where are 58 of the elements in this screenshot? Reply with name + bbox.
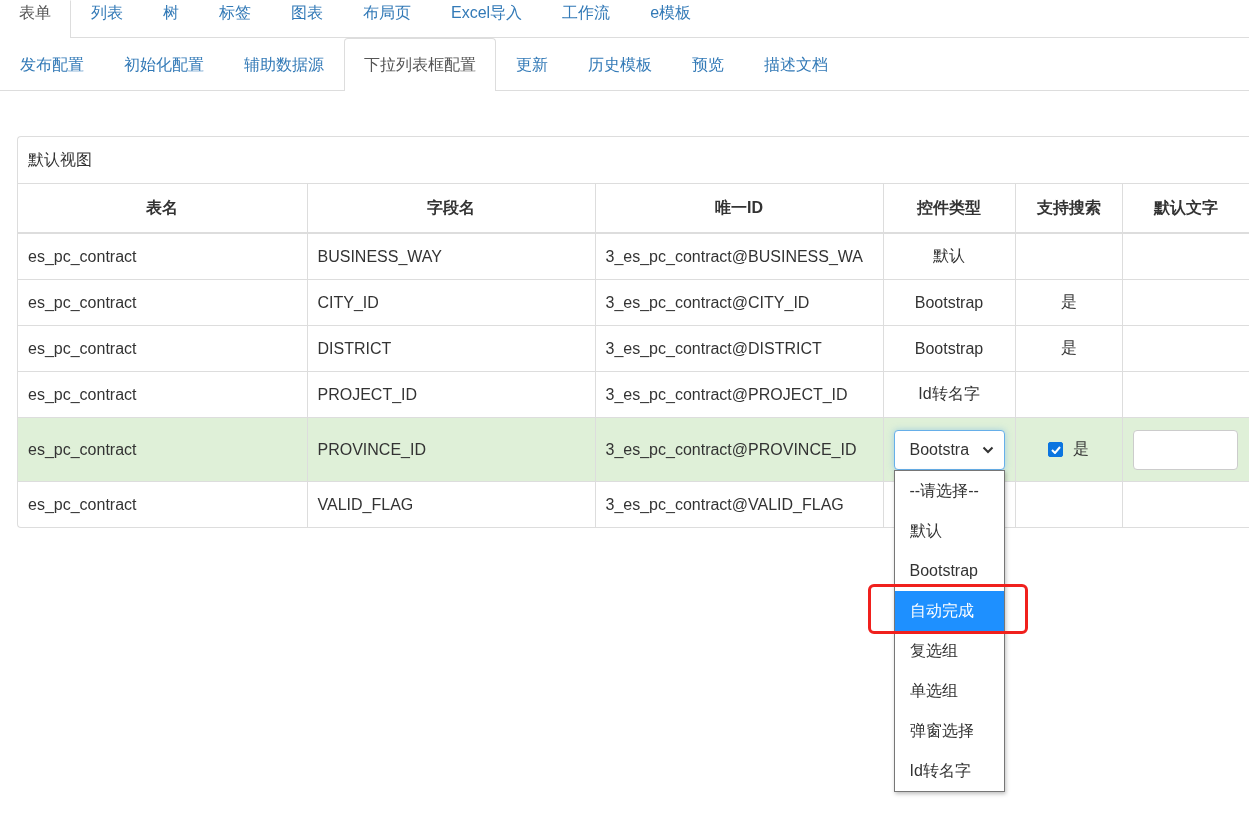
- column-header: 字段名: [307, 184, 595, 233]
- nav-tab[interactable]: 初始化配置: [104, 38, 224, 91]
- table-cell: es_pc_contract: [18, 279, 307, 326]
- nav-tab[interactable]: 历史模板: [568, 38, 672, 91]
- table-cell: 3_es_pc_contract@DISTRICT: [595, 325, 883, 372]
- checkbox-label: 是: [1073, 439, 1089, 459]
- panel-title: 默认视图: [28, 149, 92, 170]
- nav-tab[interactable]: 布局页: [343, 0, 431, 38]
- table-cell: 默认: [883, 233, 1015, 280]
- nav-tab[interactable]: 发布配置: [0, 38, 104, 91]
- chevron-icon: [981, 445, 994, 454]
- nav-tab[interactable]: 预览: [672, 38, 744, 91]
- nav-tab[interactable]: e模板: [630, 0, 712, 38]
- table-cell: Bootstrap: [883, 325, 1015, 372]
- dropdown-option[interactable]: Id转名字: [894, 750, 1004, 791]
- table-cell: es_pc_contract: [18, 417, 307, 482]
- table-cell: es_pc_contract: [18, 233, 307, 280]
- nav-tab[interactable]: 辅助数据源: [224, 38, 344, 91]
- table-cell: PROJECT_ID: [307, 371, 595, 418]
- nav-tab[interactable]: 描述文档: [744, 38, 848, 91]
- select-field[interactable]: Bootstra: [893, 429, 1005, 470]
- dropdown-option[interactable]: 默认: [894, 510, 1004, 551]
- column-header: 控件类型: [883, 184, 1015, 233]
- table-cell: DISTRICT: [307, 325, 595, 372]
- dropdown-option[interactable]: 自动完成: [894, 590, 1004, 631]
- table-cell: CITY_ID: [307, 279, 595, 326]
- dropdown-option[interactable]: 单选组: [894, 670, 1004, 711]
- nav-tab[interactable]: 下拉列表框配置: [344, 38, 496, 91]
- table-cell: es_pc_contract: [18, 325, 307, 372]
- table-cell: 3_es_pc_contract@CITY_ID: [595, 279, 883, 326]
- dropdown-option[interactable]: 弹窗选择: [894, 710, 1004, 751]
- column-header: 表名: [18, 184, 307, 233]
- nav-tab[interactable]: 标签: [199, 0, 271, 38]
- nav-tab[interactable]: 更新: [496, 38, 568, 91]
- table-cell: 是: [1015, 325, 1122, 372]
- dropdown-option[interactable]: 复选组: [894, 630, 1004, 671]
- table-cell: 3_es_pc_contract@BUSINESS_WA: [595, 233, 883, 280]
- table-cell: BUSINESS_WAY: [307, 233, 595, 280]
- dropdown-option[interactable]: --请选择--: [894, 470, 1004, 511]
- column-header: 唯一ID: [595, 184, 883, 233]
- checkbox[interactable]: [1048, 442, 1063, 457]
- nav-tab[interactable]: 树: [143, 0, 199, 38]
- table-cell: Bootstrap: [883, 279, 1015, 326]
- nav-tab[interactable]: 工作流: [542, 0, 631, 38]
- table-cell: es_pc_contract: [18, 481, 307, 527]
- nav-tab[interactable]: 图表: [271, 0, 343, 38]
- table-cell: 是: [1015, 279, 1122, 326]
- table-cell: Id转名字: [883, 371, 1015, 418]
- table-cell: 3_es_pc_contract@PROVINCE_ID: [595, 417, 883, 482]
- dropdown-option[interactable]: Bootstrap: [894, 550, 1004, 591]
- nav-tab[interactable]: 表单: [0, 0, 71, 38]
- input-field[interactable]: [1132, 429, 1238, 470]
- table-cell: es_pc_contract: [18, 371, 307, 418]
- column-header: 支持搜索: [1015, 184, 1122, 233]
- nav-tab[interactable]: Excel导入: [431, 0, 543, 38]
- table-cell: 3_es_pc_contract@PROJECT_ID: [595, 371, 883, 418]
- nav-tab[interactable]: 列表: [71, 0, 143, 38]
- table-cell: PROVINCE_ID: [307, 417, 595, 482]
